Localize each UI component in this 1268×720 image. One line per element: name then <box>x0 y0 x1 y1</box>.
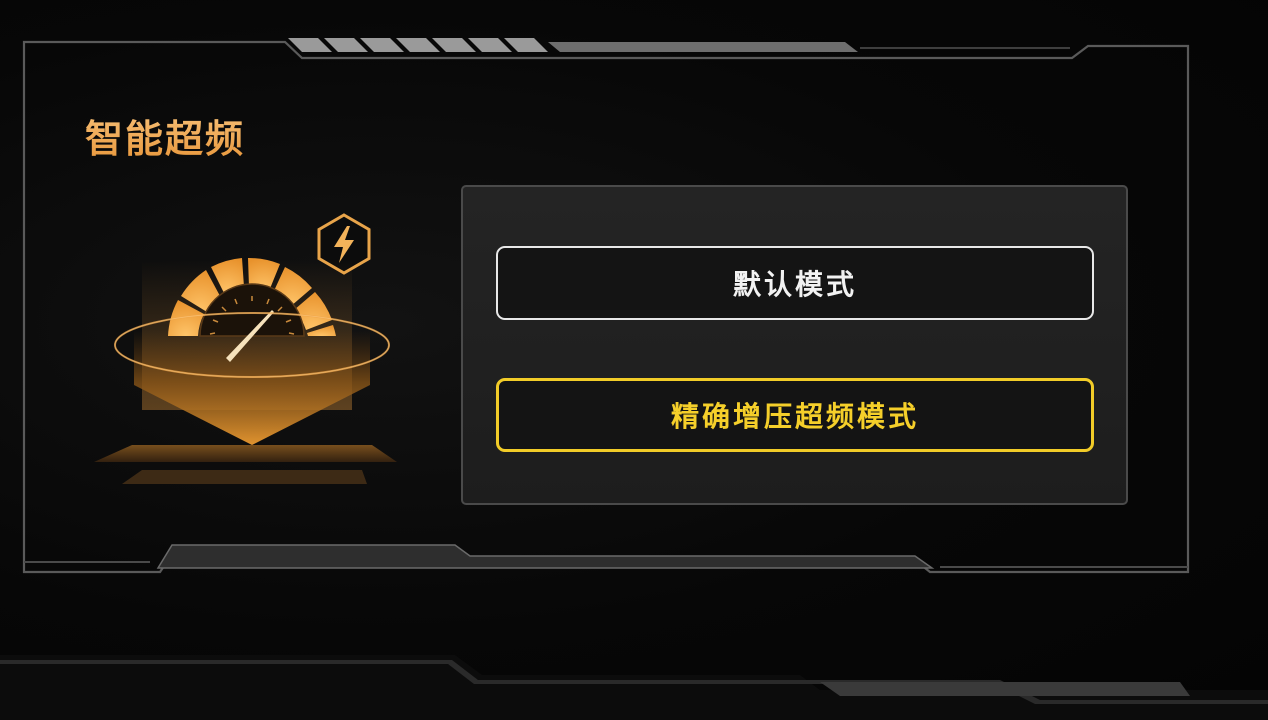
frame-bottom-bar <box>156 544 935 569</box>
speedometer-gauge-icon <box>94 257 397 484</box>
smart-overclock-screen: 智能超频 默认模式 精确增压超频模式 <box>0 0 1268 720</box>
frame-top-bar <box>548 42 858 52</box>
default-mode-button[interactable]: 默认模式 <box>496 246 1094 320</box>
mode-selection-panel: 默认模式 精确增压超频模式 <box>461 185 1128 505</box>
page-title: 智能超频 <box>85 108 245 163</box>
frame-top-stripes <box>288 38 548 52</box>
precision-boost-overclock-mode-button[interactable]: 精确增压超频模式 <box>496 378 1094 452</box>
